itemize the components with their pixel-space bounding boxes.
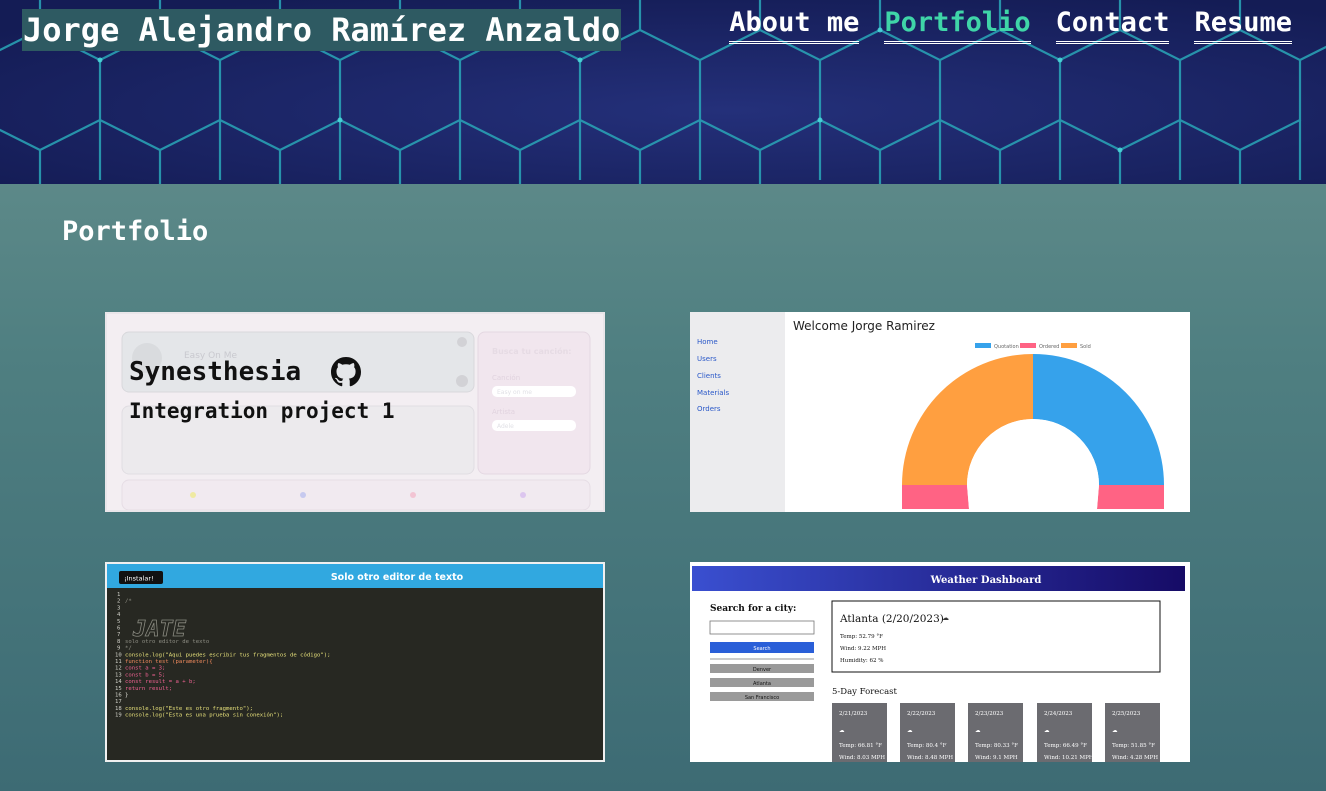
- forecast-date-5: 2/25/2023: [1112, 711, 1141, 717]
- forecast-temp-2: Temp: 80.4 °F: [907, 743, 947, 749]
- svg-text:☁: ☁: [942, 614, 949, 622]
- svg-text:2: 2: [117, 599, 120, 605]
- project-description: Integration project 1: [129, 399, 395, 423]
- svg-text:☁: ☁: [839, 728, 845, 734]
- install-button: ¡Instalar!: [124, 575, 154, 583]
- welcome-text: Welcome Jorge Ramirez: [793, 319, 935, 333]
- svg-text:11: 11: [115, 659, 122, 665]
- svg-text:13: 13: [115, 672, 122, 678]
- field1-label: Canción: [492, 374, 520, 382]
- forecast-wind-4: Wind: 10.21 MPH: [1044, 755, 1094, 761]
- code-line-15: return result;: [125, 686, 172, 692]
- forecast-wind-5: Wind: 4.28 MPH: [1112, 755, 1158, 761]
- header-banner: Jorge Alejandro Ramírez Anzaldo About me…: [0, 0, 1326, 184]
- project-card-synesthesia[interactable]: Easy On Me Busca tu canción: Canción Eas…: [105, 312, 605, 512]
- nav-resume-link[interactable]: Resume: [1194, 6, 1292, 44]
- dashboard-screenshot: Home Users Clients Materials Orders Welc…: [690, 312, 1190, 512]
- svg-text:6: 6: [117, 626, 120, 632]
- svg-text:16: 16: [115, 693, 122, 699]
- history-atlanta: Atlanta: [753, 681, 771, 687]
- svg-text:15: 15: [115, 686, 122, 692]
- sidebar-materials: Materials: [697, 389, 729, 397]
- svg-text:7: 7: [117, 632, 120, 638]
- site-title: Jorge Alejandro Ramírez Anzaldo: [22, 9, 622, 51]
- svg-text:19: 19: [115, 713, 122, 719]
- current-humidity: Humidity: 62 %: [840, 658, 883, 664]
- code-line-10: console.log("Aqui puedes escribir tus fr…: [125, 651, 330, 658]
- code-line-13: const b = 5;: [125, 672, 165, 678]
- forecast-temp-5: Temp: 51.85 °F: [1112, 743, 1155, 749]
- sidebar-users: Users: [697, 355, 717, 363]
- field1-value: Easy on me: [497, 389, 532, 396]
- legend-ordered: Ordered: [1039, 344, 1059, 350]
- sidebar-clients: Clients: [697, 372, 721, 380]
- donut-slice-ordered-right: [1097, 485, 1164, 509]
- project-card-weather-dashboard[interactable]: Weather Dashboard Search for a city: Sea…: [690, 562, 1190, 762]
- svg-text:10: 10: [115, 652, 122, 658]
- forecast-wind-1: Wind: 8.03 MPH: [839, 755, 885, 761]
- svg-text:12: 12: [115, 666, 122, 672]
- github-icon[interactable]: [331, 357, 362, 387]
- svg-text:1: 1: [117, 592, 120, 598]
- forecast-date-3: 2/23/2023: [975, 711, 1004, 717]
- weather-dashboard-screenshot: Weather Dashboard Search for a city: Sea…: [690, 562, 1190, 762]
- field2-label: Artista: [492, 408, 515, 416]
- project-card-dashboard[interactable]: Home Users Clients Materials Orders Welc…: [690, 312, 1190, 512]
- legend-quotation: Quotation: [994, 344, 1019, 350]
- search-label: Search for a city:: [710, 604, 796, 614]
- search-button: Search: [753, 646, 770, 652]
- code-line-1: /*: [125, 599, 132, 605]
- forecast-wind-2: Wind: 8.48 MPH: [907, 755, 953, 761]
- nav-portfolio-link[interactable]: Portfolio: [884, 6, 1031, 44]
- svg-text:☁: ☁: [907, 728, 913, 734]
- svg-text:5: 5: [117, 619, 120, 625]
- project-caption: Synesthesia Integration project 1: [129, 354, 395, 426]
- search-heading: Busca tu canción:: [492, 346, 572, 356]
- nav-about-me-link[interactable]: About me: [729, 6, 860, 44]
- forecast-date-2: 2/22/2023: [907, 711, 936, 717]
- svg-text:14: 14: [115, 679, 122, 685]
- svg-text:18: 18: [115, 706, 122, 712]
- svg-text:3: 3: [117, 605, 120, 611]
- current-city: Atlanta (2/20/2023): [839, 613, 944, 625]
- project-card-text-editor[interactable]: ¡Instalar! Solo otro editor de texto 123…: [105, 562, 605, 762]
- editor-title: Solo otro editor de texto: [331, 572, 464, 583]
- forecast-temp-1: Temp: 66.81 °F: [839, 743, 882, 749]
- text-editor-screenshot: ¡Instalar! Solo otro editor de texto 123…: [107, 564, 603, 760]
- history-denver: Denver: [753, 667, 772, 673]
- forecast-date-1: 2/21/2023: [839, 711, 868, 717]
- code-line-12: const a = 3;: [125, 666, 165, 672]
- main-nav: About me Portfolio Contact Resume: [729, 6, 1292, 44]
- svg-text:☁: ☁: [1112, 728, 1118, 734]
- code-line-18: console.log("Este es otro fragmento");: [125, 706, 253, 712]
- donut-slice-ordered-left: [902, 485, 969, 509]
- project-name: Synesthesia: [129, 357, 302, 387]
- code-line-19: console.log("Esta es una prueba sin cone…: [125, 712, 283, 719]
- forecast-wind-3: Wind: 9.1 MPH: [975, 755, 1018, 761]
- sidebar-home: Home: [697, 338, 718, 346]
- code-line-16: }: [125, 693, 128, 699]
- code-line-8: solo otro editor de texto: [125, 639, 209, 645]
- forecast-temp-3: Temp: 80.33 °F: [975, 743, 1018, 749]
- forecast-temp-4: Temp: 66.49 °F: [1044, 743, 1087, 749]
- forecast-date-4: 2/24/2023: [1044, 711, 1073, 717]
- svg-text:17: 17: [115, 699, 122, 705]
- current-temp: Temp: 52.79 °F: [840, 634, 883, 640]
- code-line-9: */: [125, 646, 132, 652]
- portfolio-heading: Portfolio: [62, 216, 209, 247]
- code-line-14: const result = a + b;: [125, 679, 196, 685]
- code-line-11: function test (parameter){: [125, 659, 213, 665]
- sidebar-orders: Orders: [697, 405, 721, 413]
- svg-text:☁: ☁: [1044, 728, 1050, 734]
- nav-contact-link[interactable]: Contact: [1055, 6, 1170, 44]
- current-wind: Wind: 9.22 MPH: [840, 646, 886, 652]
- weather-title: Weather Dashboard: [930, 575, 1042, 586]
- forecast-heading: 5-Day Forecast: [832, 687, 898, 697]
- field2-value: Adele: [497, 423, 514, 430]
- svg-text:9: 9: [117, 646, 120, 652]
- svg-text:☁: ☁: [975, 728, 981, 734]
- legend-sold: Sold: [1080, 344, 1091, 350]
- history-san-francisco: San Francisco: [745, 695, 779, 701]
